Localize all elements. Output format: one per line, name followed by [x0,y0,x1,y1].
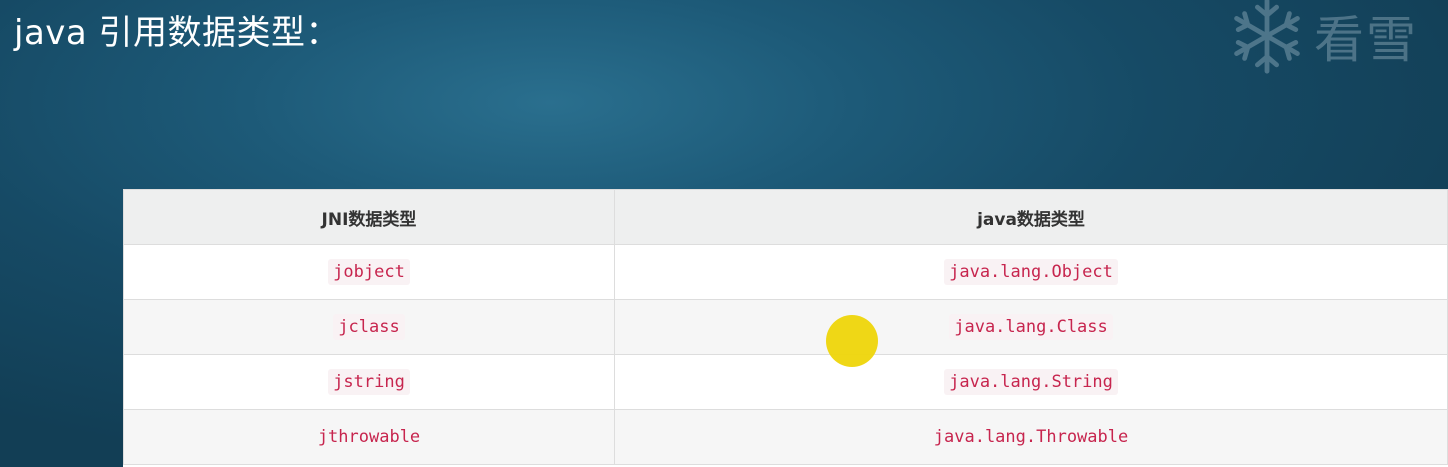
java-type-code: java.lang.Class [949,314,1113,340]
table-row: jobject java.lang.Object [123,244,1448,300]
java-type-cell: java.lang.Class [614,299,1448,355]
java-type-code: java.lang.Throwable [933,427,1129,447]
table-row: jclass java.lang.Class [123,299,1448,355]
watermark-text: 看雪 [1314,11,1418,69]
watermark-logo: 看雪 [1224,0,1448,74]
jni-type-code: jstring [328,369,410,395]
java-type-cell: java.lang.String [614,354,1448,410]
jni-type-cell: jstring [123,354,615,410]
java-type-code: java.lang.String [944,369,1118,395]
jni-type-code: jthrowable [317,427,421,447]
header-java-type: java数据类型 [614,189,1448,245]
java-type-cell: java.lang.Object [614,244,1448,300]
jni-type-cell: jobject [123,244,615,300]
cursor-highlight-dot [826,315,878,367]
jni-type-cell: jthrowable [123,409,615,465]
table-row: jthrowable java.lang.Throwable [123,409,1448,465]
java-type-code: java.lang.Object [944,259,1118,285]
table-row: jstring java.lang.String [123,354,1448,410]
jni-type-code: jobject [328,259,410,285]
jni-type-code: jclass [333,314,405,340]
type-mapping-table: JNI数据类型 java数据类型 jobject java.lang.Objec… [123,189,1448,467]
slide-title: java 引用数据类型： [14,13,341,53]
java-type-cell: java.lang.Throwable [614,409,1448,465]
snowflake-icon [1234,0,1300,74]
table-header-row: JNI数据类型 java数据类型 [123,189,1448,245]
jni-type-cell: jclass [123,299,615,355]
header-jni-type: JNI数据类型 [123,189,615,245]
